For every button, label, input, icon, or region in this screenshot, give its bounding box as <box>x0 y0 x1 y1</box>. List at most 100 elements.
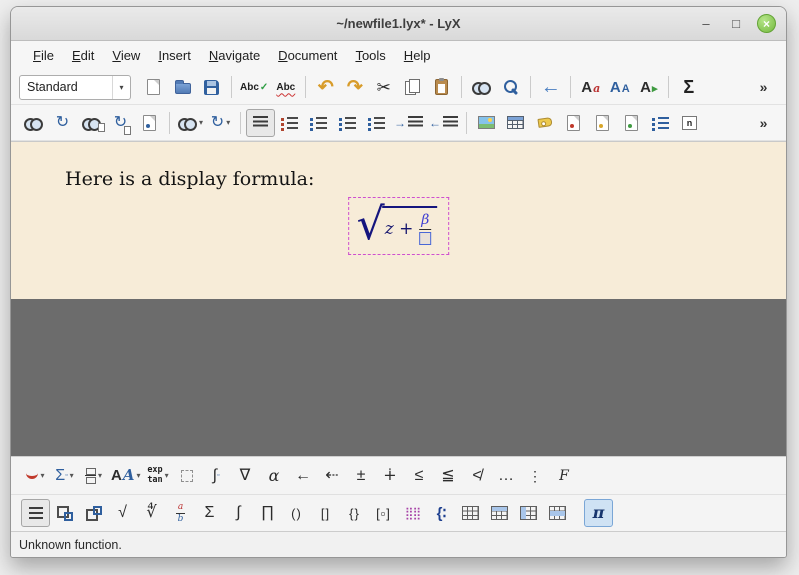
insert-matrix-button[interactable]: ⣿⣿ <box>398 499 427 527</box>
view-other-formats-button[interactable]: ▾ <box>175 109 206 137</box>
leq-button[interactable]: ≤ <box>405 462 434 490</box>
document-canvas[interactable]: Here is a display formula: √ z + β <box>11 141 786 299</box>
insert-margin-note-button[interactable] <box>617 109 646 137</box>
cases-environment-button[interactable]: {∶ <box>427 499 456 527</box>
view-master-button[interactable] <box>77 109 106 137</box>
math-display-toggle[interactable] <box>21 499 50 527</box>
grid-add-row-button[interactable] <box>485 499 514 527</box>
math-panels-toggle[interactable]: π <box>584 499 613 527</box>
math-font-icon: A A <box>111 468 134 483</box>
sum-button[interactable]: Σ <box>195 499 224 527</box>
math-functions-dropdown[interactable]: exp tan ▾ <box>144 462 173 490</box>
dashed-arrows-button[interactable]: ⇠ <box>318 462 347 490</box>
misc-functions-button[interactable]: F <box>550 462 579 490</box>
dots-button[interactable]: … <box>492 462 521 490</box>
delimiters-button[interactable]: [▫] <box>369 499 398 527</box>
insert-table-button[interactable] <box>501 109 530 137</box>
product-button[interactable]: ∏ <box>253 499 282 527</box>
find-replace-button[interactable] <box>467 73 496 101</box>
paragraph-style-selector[interactable]: Standard ▾ <box>19 75 131 100</box>
greek-letters-button[interactable]: α <box>260 462 289 490</box>
open-document-button[interactable] <box>168 73 197 101</box>
update-master-button[interactable]: ↻ <box>106 109 135 137</box>
nabla-button[interactable]: ∇ <box>231 462 260 490</box>
close-button[interactable]: × <box>757 14 776 33</box>
menu-help[interactable]: Help <box>395 44 440 67</box>
fractions-dropdown[interactable]: ▾ <box>79 462 108 490</box>
grid-delete-row-button[interactable] <box>543 499 572 527</box>
redo-button[interactable]: ↷ <box>340 73 369 101</box>
continuous-spellcheck-button[interactable]: Abc <box>271 73 300 101</box>
big-operators-dropdown[interactable]: Σ▫▾ <box>50 462 79 490</box>
integral-button[interactable]: ∫ <box>224 499 253 527</box>
paragraph-settings-toggle[interactable] <box>246 109 275 137</box>
navigate-back-button[interactable]: ← <box>536 73 565 101</box>
subscript-button[interactable] <box>50 499 79 527</box>
toolbar-overflow-button[interactable]: » <box>749 109 778 137</box>
update-button[interactable]: ↻ <box>48 109 77 137</box>
noun-style-button[interactable]: A A <box>605 73 634 101</box>
description-list-button[interactable] <box>333 109 362 137</box>
grid-add-column-button[interactable] <box>514 499 543 527</box>
zoom-button[interactable] <box>496 73 525 101</box>
title-bar[interactable]: ~/newfile1.lyx* - LyX – □ × <box>11 7 786 41</box>
menu-view[interactable]: View <box>103 44 149 67</box>
integral-limits-button[interactable]: ∫▫ <box>202 462 231 490</box>
superscript-button[interactable] <box>79 499 108 527</box>
emphasis-button[interactable]: A a <box>576 73 605 101</box>
new-document-button[interactable] <box>139 73 168 101</box>
menu-file[interactable]: File <box>24 44 63 67</box>
menu-navigate[interactable]: Navigate <box>200 44 269 67</box>
view-source-button[interactable] <box>135 109 164 137</box>
menu-insert[interactable]: Insert <box>149 44 200 67</box>
bullet-list-button[interactable] <box>304 109 333 137</box>
toolbar-overflow-button[interactable]: » <box>749 73 778 101</box>
update-icon: ↻ <box>56 115 69 131</box>
spellcheck-button[interactable]: Abc ✓ <box>237 73 271 101</box>
insert-toc-button[interactable] <box>646 109 675 137</box>
insert-cross-reference-button[interactable] <box>559 109 588 137</box>
labeling-list-button[interactable] <box>362 109 391 137</box>
math-inset[interactable]: √ z + β <box>348 197 450 255</box>
menu-document[interactable]: Document <box>269 44 346 67</box>
radicand-text: z + <box>385 219 414 239</box>
paste-button[interactable] <box>427 73 456 101</box>
braces-button[interactable]: {} <box>340 499 369 527</box>
copy-button[interactable] <box>398 73 427 101</box>
math-font-dropdown[interactable]: A A ▾ <box>108 462 144 490</box>
decrease-depth-button[interactable]: ← <box>426 109 461 137</box>
leqq-button[interactable]: ≦ <box>434 462 463 490</box>
cut-button[interactable]: ✂ <box>369 73 398 101</box>
save-document-button[interactable] <box>197 73 226 101</box>
not-less-button[interactable]: ≮ <box>463 462 492 490</box>
undo-button[interactable]: ↶ <box>311 73 340 101</box>
insert-graphics-button[interactable] <box>472 109 501 137</box>
plus-minus-button[interactable]: ± <box>347 462 376 490</box>
nth-root-button[interactable]: ∜ <box>137 499 166 527</box>
arrows-button[interactable]: ← <box>289 462 318 490</box>
maximize-button[interactable]: □ <box>727 14 745 34</box>
math-space-button[interactable] <box>173 462 202 490</box>
dot-plus-button[interactable]: ∔ <box>376 462 405 490</box>
menu-tools[interactable]: Tools <box>346 44 394 67</box>
square-root-button[interactable]: √ <box>108 499 137 527</box>
update-other-formats-button[interactable]: ↻▾ <box>206 109 235 137</box>
minimize-button[interactable]: – <box>697 14 715 34</box>
view-button[interactable] <box>19 109 48 137</box>
brackets-button[interactable]: [] <box>311 499 340 527</box>
insert-footnote-button[interactable] <box>588 109 617 137</box>
menu-edit[interactable]: Edit <box>63 44 103 67</box>
increase-depth-button[interactable]: → <box>391 109 426 137</box>
apply-text-style-button[interactable]: A ▸ <box>634 73 663 101</box>
fraction-button[interactable]: a b <box>166 499 195 527</box>
update-master-icon: ↻ <box>114 115 127 131</box>
grid-insert-button[interactable] <box>456 499 485 527</box>
empty-math-placeholder[interactable] <box>419 232 431 245</box>
numbered-list-button[interactable] <box>275 109 304 137</box>
insert-label-button[interactable] <box>530 109 559 137</box>
insert-math-button[interactable]: Σ <box>674 73 703 101</box>
insert-note-button[interactable]: n <box>675 109 704 137</box>
math-decorations-dropdown[interactable]: ▾ <box>21 462 50 490</box>
vertical-dots-button[interactable]: ⋮ <box>521 462 550 490</box>
parentheses-button[interactable]: () <box>282 499 311 527</box>
